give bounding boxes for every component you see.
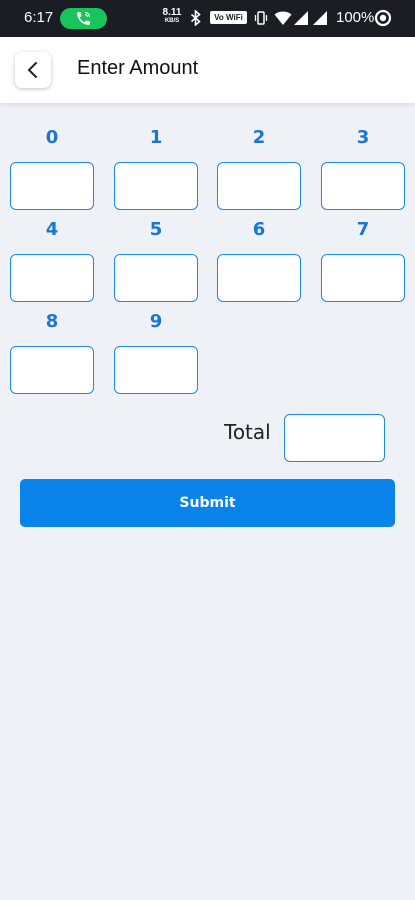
digit-label-7: 7: [356, 219, 370, 240]
network-speed-unit: KB/S: [164, 18, 180, 24]
back-button[interactable]: [15, 52, 51, 88]
network-speed: 8.11 KB/S: [162, 8, 182, 25]
digit-cell-7: 7: [321, 217, 405, 302]
digit-cell-6: 6: [217, 217, 301, 302]
digit-2-input[interactable]: [217, 162, 301, 210]
ongoing-call-indicator[interactable]: [60, 8, 107, 29]
digit-9-input[interactable]: [114, 346, 198, 394]
digit-cell-4: 4: [10, 217, 94, 302]
digit-cell-0: 0: [10, 125, 94, 210]
app-header: Enter Amount: [0, 37, 415, 103]
digit-label-4: 4: [45, 219, 59, 240]
digit-5-input[interactable]: [114, 254, 198, 302]
signal-strength-icon: [294, 11, 308, 25]
digit-cell-3: 3: [321, 125, 405, 210]
network-speed-value: 8.11: [162, 7, 182, 18]
vowifi-badge: Vo WiFi: [210, 11, 247, 24]
total-input[interactable]: [284, 414, 385, 462]
digit-6-input[interactable]: [217, 254, 301, 302]
digit-0-input[interactable]: [10, 162, 94, 210]
battery-percent: 100%: [336, 9, 375, 26]
vibrate-icon: [254, 11, 268, 25]
phone-call-icon: [77, 11, 91, 25]
digit-cell-2: 2: [217, 125, 301, 210]
digit-label-5: 5: [149, 219, 163, 240]
chevron-left-icon: [28, 62, 37, 78]
digit-label-9: 9: [149, 311, 163, 332]
digit-cell-5: 5: [114, 217, 198, 302]
submit-button[interactable]: Submit: [20, 479, 395, 527]
digit-label-3: 3: [356, 127, 370, 148]
digit-label-0: 0: [45, 127, 59, 148]
digit-cell-1: 1: [114, 125, 198, 210]
digit-label-1: 1: [149, 127, 163, 148]
wifi-icon: [274, 11, 292, 25]
digit-7-input[interactable]: [321, 254, 405, 302]
digit-cell-9: 9: [114, 309, 198, 394]
digit-3-input[interactable]: [321, 162, 405, 210]
signal-strength-icon-2: [313, 11, 327, 25]
status-bar: 6:17 8.11 KB/S Vo WiFi 100%: [0, 0, 415, 37]
battery-saver-icon: [374, 9, 392, 27]
digit-4-input[interactable]: [10, 254, 94, 302]
status-time: 6:17: [24, 9, 54, 26]
digit-label-6: 6: [252, 219, 266, 240]
digit-label-2: 2: [252, 127, 266, 148]
digit-8-input[interactable]: [10, 346, 94, 394]
digit-label-8: 8: [45, 311, 59, 332]
page-title: Enter Amount: [77, 57, 199, 79]
digit-cell-8: 8: [10, 309, 94, 394]
digit-1-input[interactable]: [114, 162, 198, 210]
bluetooth-icon: [190, 10, 201, 26]
total-label: Total: [224, 420, 271, 444]
